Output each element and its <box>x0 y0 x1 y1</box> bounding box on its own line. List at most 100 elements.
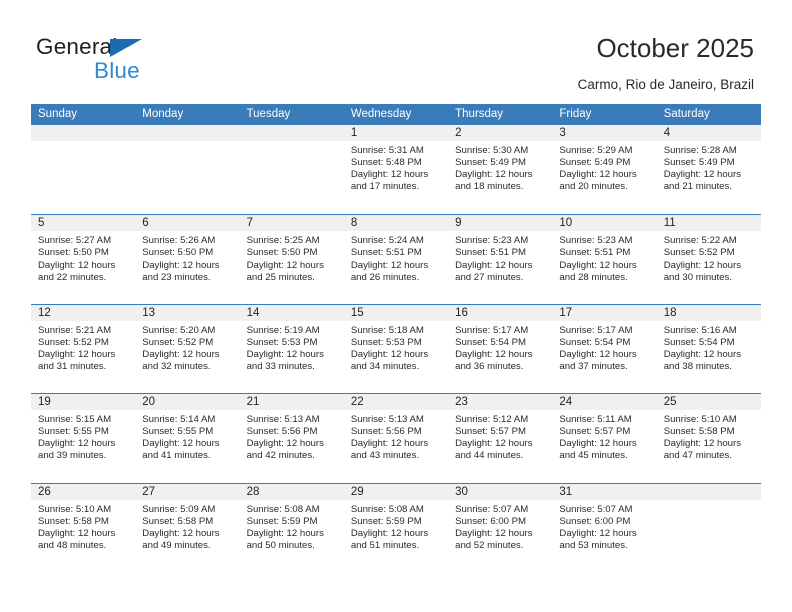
daylight-duration-line2: and 17 minutes. <box>350 181 420 193</box>
day-number: 16 <box>455 306 468 319</box>
sunset-time: Sunset: 5:58 PM <box>38 515 109 527</box>
sunset-time: Sunset: 6:00 PM <box>559 515 631 527</box>
sunset-time: Sunset: 5:50 PM <box>246 247 318 259</box>
calendar-day-cell-empty <box>135 125 240 215</box>
sunset-time: Sunset: 5:53 PM <box>350 336 422 348</box>
calendar-day-cell[interactable]: 26 Sunrise: 5:10 AM Sunset: 5:58 PM Dayligh… <box>31 483 136 572</box>
calendar-day-cell[interactable]: 13 Sunrise: 5:20 AM Sunset: 5:52 PM Dayligh… <box>135 304 240 394</box>
calendar-day-cell[interactable]: 1 Sunrise: 5:31 AM Sunset: 5:48 PM Daylight… <box>343 125 449 215</box>
daylight-duration-line1: Daylight: 12 hours <box>246 348 324 360</box>
sunset-time: Sunset: 5:59 PM <box>350 515 422 527</box>
sunrise-time: Sunrise: 5:08 AM <box>350 503 424 515</box>
day-sun-info: Sunrise: 5:08 AM Sunset: 5:59 PM Daylight:… <box>344 501 448 552</box>
day-sun-info: Sunrise: 5:10 AM Sunset: 5:58 PM Daylight:… <box>657 411 761 462</box>
calendar-day-cell[interactable]: 9 Sunrise: 5:23 AM Sunset: 5:51 PM Daylight… <box>448 215 553 304</box>
day-sun-info: Sunrise: 5:24 AM Sunset: 5:51 PM Daylight:… <box>344 232 448 283</box>
daylight-duration-line1: Daylight: 12 hours <box>350 527 429 539</box>
sunrise-time: Sunrise: 5:07 AM <box>455 503 529 515</box>
calendar-day-cell[interactable]: 17 Sunrise: 5:17 AM Sunset: 5:54 PM Dayligh… <box>552 304 657 394</box>
calendar-day-cell[interactable]: 5 Sunrise: 5:27 AM Sunset: 5:50 PM Daylight… <box>31 215 136 304</box>
daylight-duration-line2: and 48 minutes. <box>38 539 107 551</box>
calendar-day-cell[interactable]: 27 Sunrise: 5:09 AM Sunset: 5:58 PM Dayligh… <box>135 483 240 572</box>
sunrise-time: Sunrise: 5:31 AM <box>350 145 424 156</box>
day-number: 25 <box>663 396 677 409</box>
general-blue-logo[interactable]: General Blue <box>36 35 236 84</box>
day-sun-info: Sunrise: 5:13 AM Sunset: 5:56 PM Daylight:… <box>240 411 344 462</box>
sunset-time: Sunset: 5:53 PM <box>246 336 318 348</box>
weekday-header-wednesday: Wednesday <box>350 108 412 120</box>
daylight-duration-line2: and 36 minutes. <box>455 361 524 373</box>
daylight-duration-line2: and 22 minutes. <box>38 271 107 283</box>
calendar-day-cell[interactable]: 14 Sunrise: 5:19 AM Sunset: 5:53 PM Dayligh… <box>239 304 344 394</box>
calendar-day-cell[interactable]: 7 Sunrise: 5:25 AM Sunset: 5:50 PM Daylight… <box>239 215 344 304</box>
day-number-strip <box>448 125 553 142</box>
calendar-day-cell[interactable]: 25 Sunrise: 5:10 AM Sunset: 5:58 PM Dayligh… <box>656 394 761 483</box>
calendar-day-cell[interactable]: 10 Sunrise: 5:23 AM Sunset: 5:51 PM Dayligh… <box>552 215 657 304</box>
calendar-day-cell[interactable]: 20 Sunrise: 5:14 AM Sunset: 5:55 PM Dayligh… <box>135 394 240 483</box>
daylight-duration-line1: Daylight: 12 hours <box>559 527 637 539</box>
calendar-grid: Sunday Monday Tuesday Wednesday Thursday… <box>31 104 761 572</box>
sunset-time: Sunset: 6:00 PM <box>455 515 527 527</box>
weekday-header-friday: Friday <box>559 108 592 120</box>
calendar-day-cell[interactable]: 3 Sunrise: 5:29 AM Sunset: 5:49 PM Daylight… <box>552 125 657 215</box>
daylight-duration-line2: and 32 minutes. <box>142 361 211 373</box>
calendar-day-cell[interactable]: 16 Sunrise: 5:17 AM Sunset: 5:54 PM Dayligh… <box>448 304 553 394</box>
calendar-day-cell[interactable]: 11 Sunrise: 5:22 AM Sunset: 5:52 PM Dayligh… <box>656 215 761 304</box>
calendar-day-cell[interactable]: 22 Sunrise: 5:13 AM Sunset: 5:56 PM Dayligh… <box>343 394 449 483</box>
weekday-header-thursday: Thursday <box>455 108 504 120</box>
day-sun-info: Sunrise: 5:29 AM Sunset: 5:49 PM Daylight:… <box>552 142 656 193</box>
calendar-day-cell[interactable]: 2 Sunrise: 5:30 AM Sunset: 5:49 PM Daylight… <box>448 125 553 215</box>
day-number-strip <box>31 125 136 142</box>
calendar-day-cell[interactable]: 15 Sunrise: 5:18 AM Sunset: 5:53 PM Dayligh… <box>343 304 449 394</box>
sunrise-time: Sunrise: 5:16 AM <box>663 324 737 336</box>
daylight-duration-line2: and 45 minutes. <box>559 450 628 462</box>
calendar-day-cell[interactable]: 4 Sunrise: 5:28 AM Sunset: 5:49 PM Daylight… <box>656 125 761 215</box>
day-number: 26 <box>38 485 51 498</box>
day-number-strip <box>448 215 553 233</box>
day-number: 17 <box>559 306 573 319</box>
calendar-day-cell[interactable]: 28 Sunrise: 5:08 AM Sunset: 5:59 PM Dayligh… <box>239 483 344 572</box>
calendar-day-cell[interactable]: 31 Sunrise: 5:07 AM Sunset: 6:00 PM Dayligh… <box>552 483 657 572</box>
calendar-day-cell[interactable]: 19 Sunrise: 5:15 AM Sunset: 5:55 PM Dayligh… <box>31 394 136 483</box>
sunset-time: Sunset: 5:54 PM <box>663 336 735 348</box>
calendar-day-cell[interactable]: 24 Sunrise: 5:11 AM Sunset: 5:57 PM Dayligh… <box>552 394 657 483</box>
sunrise-time: Sunrise: 5:13 AM <box>350 414 424 426</box>
weekday-header-row: Sunday Monday Tuesday Wednesday Thursday… <box>31 104 761 125</box>
day-number: 18 <box>663 306 677 319</box>
weekday-header-saturday: Saturday <box>663 108 710 120</box>
sunset-time: Sunset: 5:49 PM <box>559 157 631 169</box>
day-sun-info: Sunrise: 5:28 AM Sunset: 5:49 PM Daylight:… <box>657 142 761 193</box>
daylight-duration-line1: Daylight: 12 hours <box>350 169 429 181</box>
daylight-duration-line2: and 44 minutes. <box>455 450 524 462</box>
sunrise-time: Sunrise: 5:10 AM <box>663 414 737 426</box>
daylight-duration-line1: Daylight: 12 hours <box>559 169 637 181</box>
day-sun-info: Sunrise: 5:14 AM Sunset: 5:55 PM Daylight:… <box>135 411 239 462</box>
calendar-page: General Blue October 2025 Carmo, Rio de … <box>0 0 792 612</box>
day-sun-info: Sunrise: 5:10 AM Sunset: 5:58 PM Daylight:… <box>31 501 135 552</box>
calendar-day-cell[interactable]: 30 Sunrise: 5:07 AM Sunset: 6:00 PM Dayligh… <box>448 483 553 572</box>
calendar-day-cell[interactable]: 21 Sunrise: 5:13 AM Sunset: 5:56 PM Dayligh… <box>239 394 344 483</box>
calendar-day-cell[interactable]: 29 Sunrise: 5:08 AM Sunset: 5:59 PM Dayligh… <box>343 483 449 572</box>
sunrise-time: Sunrise: 5:13 AM <box>246 414 320 426</box>
daylight-duration-line1: Daylight: 12 hours <box>38 348 116 360</box>
daylight-duration-line2: and 27 minutes. <box>455 271 524 283</box>
day-sun-info: Sunrise: 5:13 AM Sunset: 5:56 PM Daylight:… <box>344 411 448 462</box>
weekday-header-tuesday: Tuesday <box>246 108 291 120</box>
daylight-duration-line2: and 20 minutes. <box>559 181 628 193</box>
daylight-duration-line2: and 41 minutes. <box>142 450 211 462</box>
day-number: 7 <box>246 217 253 230</box>
calendar-day-cell[interactable]: 23 Sunrise: 5:12 AM Sunset: 5:57 PM Dayligh… <box>448 394 553 483</box>
daylight-duration-line2: and 37 minutes. <box>559 361 628 373</box>
sunrise-time: Sunrise: 5:09 AM <box>142 503 216 515</box>
daylight-duration-line2: and 47 minutes. <box>663 450 732 462</box>
day-sun-info: Sunrise: 5:16 AM Sunset: 5:54 PM Daylight:… <box>657 322 761 373</box>
calendar-day-cell[interactable]: 6 Sunrise: 5:26 AM Sunset: 5:50 PM Daylight… <box>135 215 240 304</box>
day-number: 1 <box>350 127 358 139</box>
sunset-time: Sunset: 5:50 PM <box>38 247 109 259</box>
day-number: 8 <box>350 217 358 230</box>
sunset-time: Sunset: 5:52 PM <box>142 336 214 348</box>
daylight-duration-line2: and 53 minutes. <box>559 539 628 551</box>
calendar-day-cell[interactable]: 18 Sunrise: 5:16 AM Sunset: 5:54 PM Dayligh… <box>656 304 761 394</box>
calendar-day-cell[interactable]: 8 Sunrise: 5:24 AM Sunset: 5:51 PM Daylight… <box>343 215 449 304</box>
calendar-day-cell[interactable]: 12 Sunrise: 5:21 AM Sunset: 5:52 PM Dayligh… <box>31 304 136 394</box>
